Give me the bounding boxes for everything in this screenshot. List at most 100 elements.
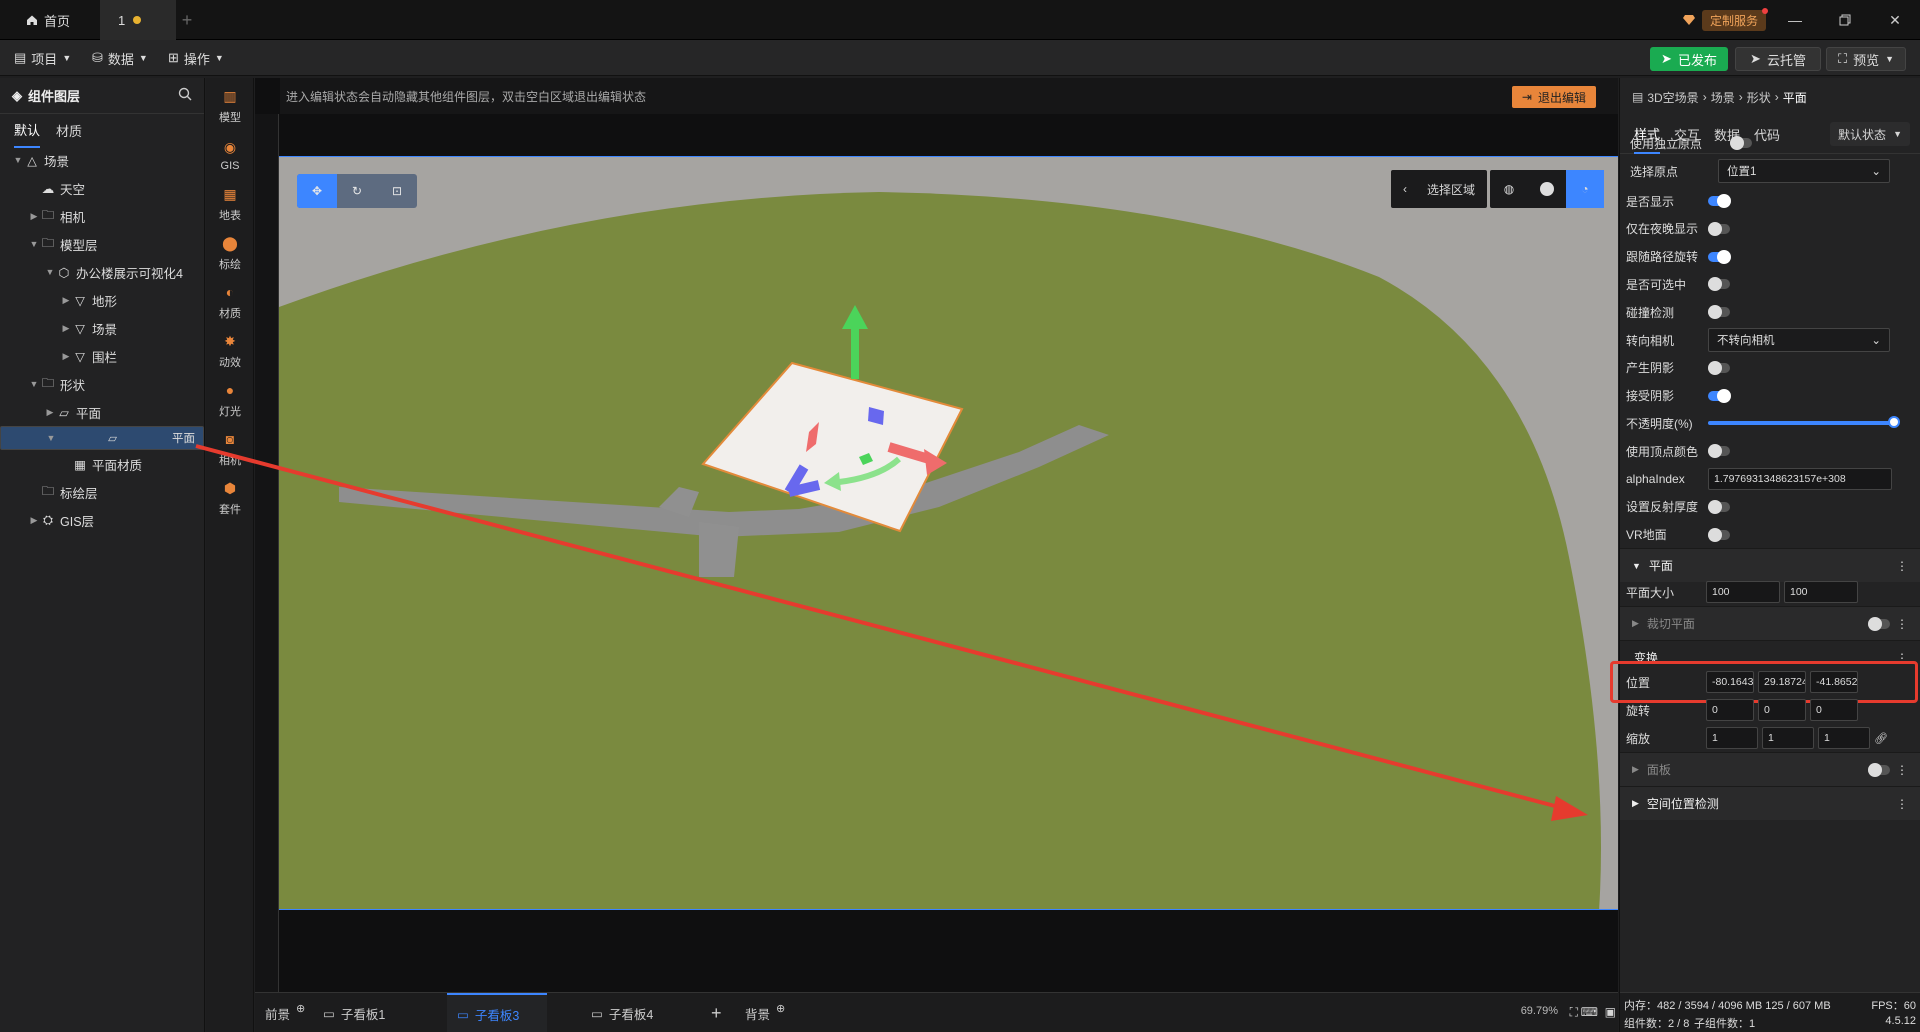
more-icon[interactable]: ⋮ — [1896, 797, 1908, 811]
new-tab-button[interactable]: + — [176, 0, 198, 40]
custom-service-button[interactable]: 定制服务 — [1702, 7, 1769, 31]
chevron-down-icon[interactable]: ▼ — [45, 433, 57, 443]
zoom-level[interactable]: 69.79% — [1521, 1005, 1558, 1017]
plane-size-y-input[interactable]: 100 — [1784, 581, 1858, 603]
search-icon[interactable] — [178, 87, 192, 104]
property-toggle[interactable] — [1708, 360, 1730, 375]
tab-background[interactable]: 背景 ⊕ — [745, 993, 785, 1032]
sidebar-item-8[interactable]: ⬢ 套件 — [206, 470, 254, 526]
sidebar-item-4[interactable]: ◐ 材质 — [206, 274, 254, 330]
layer-tree-item[interactable]: ▼ 🗀︎ 模型层 — [0, 230, 204, 258]
more-icon[interactable]: ⋮ — [1896, 763, 1908, 777]
property-select[interactable]: 不转向相机 ⌄ — [1708, 328, 1890, 352]
cloud-hosting-button[interactable]: ➤ 云托管 — [1735, 47, 1821, 71]
panel-toggle[interactable] — [1868, 762, 1890, 777]
sidebar-item-6[interactable]: ● 灯光 — [206, 372, 254, 428]
sidebar-item-1[interactable]: ◉ GIS — [206, 127, 254, 183]
layer-tree-item[interactable]: ▶ ▽ 场景 — [0, 314, 204, 342]
sidebar-item-5[interactable]: ✸ 动效 — [206, 323, 254, 379]
property-select[interactable]: 位置1 ⌄ — [1718, 159, 1890, 183]
globe-view-button[interactable]: ◍ — [1490, 170, 1528, 208]
add-circle-icon[interactable]: ⊕ — [776, 1002, 785, 1015]
tab-document[interactable]: 1 — [100, 0, 176, 40]
link-icon[interactable]: 🔗︎ — [1874, 732, 1888, 745]
chevron-right-icon[interactable]: ▶ — [44, 407, 56, 418]
minimize-button[interactable]: — — [1772, 0, 1818, 40]
position-y-input[interactable]: 29.187247 — [1758, 671, 1806, 693]
breadcrumb-item[interactable]: 3D空场景 — [1647, 89, 1698, 106]
chevron-down-icon[interactable]: ▼ — [44, 267, 56, 277]
clip-plane-toggle[interactable] — [1868, 616, 1890, 631]
property-toggle[interactable] — [1730, 136, 1752, 150]
chevron-down-icon[interactable]: ▼ — [28, 379, 40, 389]
property-toggle[interactable] — [1708, 249, 1731, 264]
layer-tree-item[interactable]: ▼ △ 场景 — [0, 146, 204, 174]
layer-tree-item[interactable]: ▶ ▽ 围栏 — [0, 342, 204, 370]
preview-button[interactable]: ⛶ 预览 ▼ — [1826, 47, 1906, 71]
breadcrumb-item[interactable]: 场景 — [1711, 89, 1735, 106]
chevron-right-icon[interactable]: ▶ — [28, 211, 40, 222]
add-board-button[interactable]: + — [711, 993, 722, 1032]
tab-board-4[interactable]: ▭ 子看板4 — [583, 993, 683, 1032]
tab-material[interactable]: 材质 — [56, 114, 82, 147]
terminal-icon[interactable]: ▣ — [1605, 1005, 1616, 1019]
tab-home[interactable]: 首页 — [10, 0, 90, 40]
breadcrumb-item[interactable]: 形状 — [1747, 89, 1771, 106]
fit-icon[interactable]: ⛶ — [1570, 1005, 1578, 1020]
3d-viewport[interactable]: ✥ ↻ ⊡ ‹ 选择区域 ◍ ◔ — [279, 156, 1618, 910]
select-area-control[interactable]: ‹ 选择区域 — [1390, 170, 1487, 208]
menu-data[interactable]: ⛁ 数据 ▼ — [92, 48, 148, 68]
layer-tree-item[interactable]: ▦ 平面材质 — [0, 450, 204, 478]
layer-tree-item[interactable]: ▼ ▱ 平面 — [0, 426, 204, 450]
slider-handle[interactable] — [1888, 416, 1900, 429]
chevron-right-icon[interactable]: ▶ — [28, 515, 40, 526]
property-toggle[interactable] — [1708, 388, 1731, 403]
position-z-input[interactable]: -41.86522 — [1810, 671, 1858, 693]
orbit-view-button[interactable]: ◔ — [1566, 170, 1604, 208]
chevron-right-icon[interactable]: ▶ — [60, 295, 72, 306]
custom-service[interactable]: 定制服务 — [1682, 7, 1769, 31]
sidebar-item-7[interactable]: ◙ 相机 — [206, 421, 254, 477]
scale-x-input[interactable]: 1 — [1706, 727, 1758, 749]
layer-tree-item[interactable]: 🗀︎ 标绘层 — [0, 478, 204, 506]
rotate-tool-button[interactable]: ↻ — [337, 174, 377, 208]
publish-button[interactable]: ➤ 已发布 — [1650, 47, 1728, 71]
move-tool-button[interactable]: ✥ — [297, 174, 337, 208]
section-plane[interactable]: ▼ 平面 ⋮ — [1620, 548, 1920, 582]
property-toggle[interactable] — [1708, 305, 1730, 320]
tab-foreground[interactable]: 前景 ⊕ — [265, 993, 305, 1032]
more-icon[interactable]: ⋮ — [1896, 617, 1908, 631]
property-toggle[interactable] — [1708, 277, 1730, 292]
layer-tree-item[interactable]: ▶ ▱ 平面 — [0, 398, 204, 426]
property-toggle[interactable] — [1708, 444, 1730, 459]
tab-board-3[interactable]: ▭ 子看板3 — [447, 993, 547, 1032]
property-toggle[interactable] — [1708, 527, 1730, 542]
section-space-detect[interactable]: ▶ 空间位置检测 ⋮ — [1620, 786, 1920, 820]
sidebar-item-3[interactable]: ⬤ 标绘 — [206, 225, 254, 281]
menu-project[interactable]: ▤ 项目 ▼ — [14, 48, 71, 68]
chevron-down-icon[interactable]: ▼ — [28, 239, 40, 249]
close-button[interactable]: ✕ — [1872, 0, 1918, 40]
keyboard-icon[interactable]: ⌨ — [1581, 1005, 1598, 1019]
section-panel[interactable]: ▶ 面板 ⋮ — [1620, 752, 1920, 786]
sidebar-item-0[interactable]: ▥ 模型 — [206, 78, 254, 134]
layer-tree-item[interactable]: ☁ 天空 — [0, 174, 204, 202]
position-x-input[interactable]: -80.16436 — [1706, 671, 1754, 693]
add-circle-icon[interactable]: ⊕ — [296, 1002, 305, 1015]
opacity-slider[interactable] — [1708, 416, 1900, 429]
scale-y-input[interactable]: 1 — [1762, 727, 1814, 749]
property-toggle[interactable] — [1708, 194, 1731, 208]
sidebar-item-2[interactable]: ▦ 地表 — [206, 176, 254, 232]
layer-tree-item[interactable]: ▶ ⛭ GIS层 — [0, 506, 204, 534]
layer-tree-item[interactable]: ▶ 🗀︎ 相机 — [0, 202, 204, 230]
rotation-z-input[interactable]: 0 — [1810, 699, 1858, 721]
rotation-x-input[interactable]: 0 — [1706, 699, 1754, 721]
chevron-right-icon[interactable]: ▶ — [60, 323, 72, 334]
plane-size-x-input[interactable]: 100 — [1706, 581, 1780, 603]
tab-board-1[interactable]: ▭ 子看板1 — [315, 993, 415, 1032]
chevron-right-icon[interactable]: ▶ — [60, 351, 72, 362]
layer-tree-item[interactable]: ▼ ⬡ 办公楼展示可视化4 — [0, 258, 204, 286]
alpha-index-input[interactable]: 1.7976931348623157e+308 — [1708, 468, 1892, 490]
chevron-down-icon[interactable]: ▼ — [12, 155, 24, 165]
layer-tree-item[interactable]: ▶ ▽ 地形 — [0, 286, 204, 314]
